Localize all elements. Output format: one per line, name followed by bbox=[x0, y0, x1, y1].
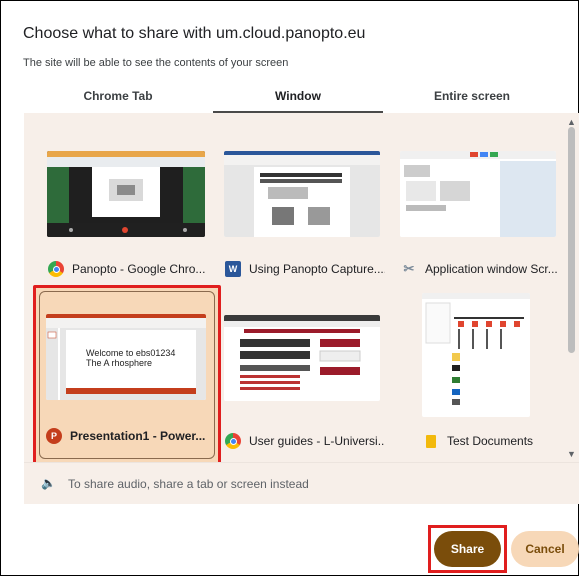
scrollbar-thumb[interactable] bbox=[568, 127, 575, 353]
panopto-preview-image bbox=[47, 151, 205, 237]
user-guides-preview-image bbox=[224, 315, 380, 390]
window-item-title: Presentation1 - Power... bbox=[70, 429, 206, 443]
window-item-application-window[interactable]: ✂ Application window Scr... bbox=[394, 113, 579, 285]
dialog-subtitle: The site will be able to see the content… bbox=[23, 57, 289, 69]
share-source-tabs: Chrome Tab Window Entire screen bbox=[23, 85, 561, 113]
window-item-label: ✂ Application window Scr... bbox=[401, 261, 577, 277]
window-item-presentation1[interactable]: Welcome to ebs01234 The A rhosphere P Pr… bbox=[33, 285, 221, 465]
window-thumbnail bbox=[47, 151, 205, 237]
window-item-title: Test Documents bbox=[447, 434, 534, 448]
scroll-down-icon[interactable]: ▼ bbox=[567, 449, 576, 459]
tab-window[interactable]: Window bbox=[213, 85, 383, 113]
window-item-label: W Using Panopto Capture.... bbox=[225, 261, 385, 277]
window-item-test-documents[interactable]: Test Documents bbox=[394, 289, 579, 461]
grid-scrollbar[interactable]: ▲ ▼ bbox=[564, 113, 579, 462]
application-preview-image bbox=[400, 151, 556, 237]
window-thumbnail bbox=[422, 293, 530, 417]
chrome-icon bbox=[48, 261, 64, 277]
window-item-word[interactable]: W Using Panopto Capture.... bbox=[214, 113, 394, 285]
slide-preview-text: Welcome to ebs01234 The A rhosphere bbox=[86, 348, 176, 368]
tab-entire-screen[interactable]: Entire screen bbox=[383, 85, 561, 113]
chrome-icon bbox=[225, 433, 241, 449]
speaker-icon: 🔈 bbox=[41, 476, 56, 490]
scroll-up-icon[interactable]: ▲ bbox=[567, 117, 576, 127]
window-item-label: Panopto - Google Chro... bbox=[48, 261, 210, 277]
test-documents-preview-image bbox=[422, 293, 530, 405]
window-thumbnail bbox=[224, 151, 380, 237]
window-item-label: User guides - L-Universi... bbox=[225, 433, 385, 449]
share-button[interactable]: Share bbox=[434, 531, 501, 567]
window-thumbnail bbox=[400, 151, 556, 237]
powerpoint-icon: P bbox=[46, 428, 62, 444]
word-icon: W bbox=[225, 261, 241, 277]
window-item-user-guides[interactable]: User guides - L-Universi... bbox=[214, 289, 394, 461]
audio-note: To share audio, share a tab or screen in… bbox=[68, 477, 309, 491]
window-thumbnail: Welcome to ebs01234 The A rhosphere bbox=[46, 314, 206, 400]
window-item-title: User guides - L-Universi... bbox=[249, 434, 385, 448]
window-item-title: Application window Scr... bbox=[425, 262, 558, 276]
window-thumbnail bbox=[224, 315, 380, 401]
cancel-button[interactable]: Cancel bbox=[511, 531, 579, 567]
snipping-tool-icon: ✂ bbox=[403, 261, 415, 276]
folder-icon bbox=[423, 433, 439, 449]
window-item-label: Test Documents bbox=[423, 433, 573, 449]
tab-chrome-tab[interactable]: Chrome Tab bbox=[23, 85, 213, 113]
window-item-label: P Presentation1 - Power... bbox=[46, 428, 216, 444]
window-item-title: Using Panopto Capture.... bbox=[249, 262, 385, 276]
window-item-title: Panopto - Google Chro... bbox=[72, 262, 206, 276]
share-screen-dialog: Choose what to share with um.cloud.panop… bbox=[0, 0, 579, 576]
word-preview-image bbox=[224, 151, 380, 237]
window-item-panopto-chrome[interactable]: Panopto - Google Chro... bbox=[24, 113, 214, 285]
dialog-title: Choose what to share with um.cloud.panop… bbox=[23, 25, 366, 42]
audio-note-row: 🔈 To share audio, share a tab or screen … bbox=[24, 462, 579, 504]
